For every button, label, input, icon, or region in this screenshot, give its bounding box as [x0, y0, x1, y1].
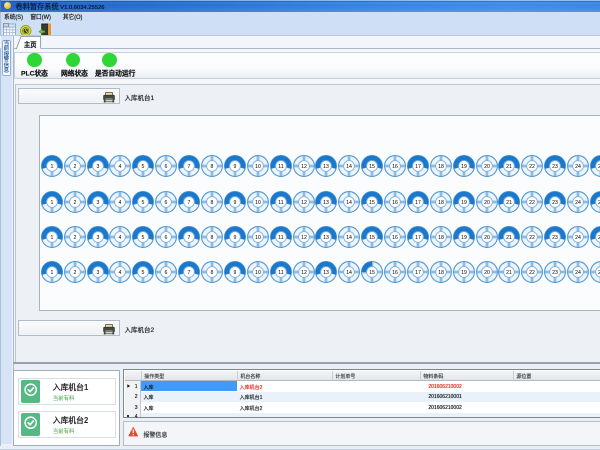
svg-text:10: 10: [255, 199, 261, 205]
svg-text:13: 13: [324, 199, 330, 205]
svg-text:12: 12: [301, 235, 307, 241]
svg-text:10: 10: [255, 270, 261, 276]
svg-text:11: 11: [278, 164, 283, 170]
svg-text:7: 7: [188, 199, 191, 205]
svg-text:6: 6: [165, 164, 168, 170]
svg-text:18: 18: [438, 199, 444, 205]
svg-text:5: 5: [142, 199, 145, 205]
svg-text:4: 4: [119, 164, 122, 170]
svg-text:15: 15: [369, 270, 375, 276]
svg-text:3: 3: [96, 164, 99, 170]
svg-text:24: 24: [575, 235, 581, 241]
svg-text:10: 10: [255, 164, 261, 170]
svg-text:14: 14: [346, 199, 352, 205]
svg-text:1: 1: [50, 235, 53, 241]
svg-text:17: 17: [415, 199, 421, 205]
svg-text:14: 14: [346, 235, 352, 241]
svg-text:16: 16: [392, 199, 398, 205]
svg-text:3: 3: [96, 199, 99, 205]
svg-text:22: 22: [529, 235, 535, 241]
svg-text:18: 18: [438, 235, 444, 241]
svg-text:12: 12: [301, 164, 307, 170]
svg-text:16: 16: [392, 270, 398, 276]
svg-text:22: 22: [529, 164, 535, 170]
svg-text:8: 8: [211, 270, 214, 276]
svg-text:22: 22: [529, 199, 535, 205]
svg-text:18: 18: [438, 270, 444, 276]
svg-text:7: 7: [188, 164, 191, 170]
svg-text:21: 21: [507, 235, 513, 241]
svg-text:20: 20: [484, 270, 490, 276]
svg-text:2: 2: [73, 199, 76, 205]
svg-text:18: 18: [438, 164, 444, 170]
svg-text:19: 19: [461, 235, 467, 241]
svg-text:21: 21: [507, 270, 513, 276]
svg-text:3: 3: [96, 270, 99, 276]
svg-text:4: 4: [119, 235, 122, 241]
svg-text:12: 12: [301, 270, 307, 276]
svg-text:17: 17: [415, 164, 421, 170]
svg-text:17: 17: [415, 270, 421, 276]
svg-text:22: 22: [529, 270, 535, 276]
svg-text:16: 16: [392, 164, 398, 170]
svg-text:6: 6: [165, 270, 168, 276]
svg-text:17: 17: [415, 235, 421, 241]
svg-text:5: 5: [142, 235, 145, 241]
svg-text:5: 5: [142, 164, 145, 170]
svg-text:9: 9: [233, 164, 236, 170]
svg-text:8: 8: [211, 164, 214, 170]
svg-text:19: 19: [461, 164, 467, 170]
svg-text:7: 7: [188, 235, 191, 241]
svg-text:8: 8: [211, 235, 214, 241]
svg-text:15: 15: [369, 199, 375, 205]
svg-text:23: 23: [552, 235, 558, 241]
svg-text:11: 11: [278, 235, 283, 241]
svg-text:20: 20: [484, 164, 490, 170]
svg-text:14: 14: [346, 270, 352, 276]
svg-text:20: 20: [484, 199, 490, 205]
svg-text:23: 23: [552, 270, 558, 276]
svg-text:11: 11: [278, 199, 283, 205]
svg-text:21: 21: [507, 164, 513, 170]
svg-text:24: 24: [575, 199, 581, 205]
svg-text:5: 5: [142, 270, 145, 276]
svg-text:21: 21: [507, 199, 513, 205]
svg-text:13: 13: [324, 270, 330, 276]
svg-text:1: 1: [50, 199, 53, 205]
svg-text:8: 8: [211, 199, 214, 205]
svg-text:19: 19: [461, 270, 467, 276]
svg-text:4: 4: [119, 270, 122, 276]
svg-text:9: 9: [233, 235, 236, 241]
svg-text:16: 16: [392, 235, 398, 241]
svg-text:24: 24: [575, 270, 581, 276]
svg-text:10: 10: [255, 235, 261, 241]
svg-text:1: 1: [50, 164, 53, 170]
svg-text:23: 23: [552, 164, 558, 170]
svg-text:15: 15: [369, 235, 375, 241]
svg-text:6: 6: [165, 235, 168, 241]
svg-text:24: 24: [575, 164, 581, 170]
svg-text:11: 11: [278, 270, 283, 276]
svg-text:20: 20: [484, 235, 490, 241]
svg-text:9: 9: [233, 199, 236, 205]
svg-text:9: 9: [233, 270, 236, 276]
svg-text:6: 6: [165, 199, 168, 205]
svg-text:23: 23: [552, 199, 558, 205]
svg-text:3: 3: [96, 235, 99, 241]
svg-text:4: 4: [119, 199, 122, 205]
svg-text:2: 2: [73, 164, 76, 170]
svg-text:7: 7: [188, 270, 191, 276]
svg-text:2: 2: [73, 270, 76, 276]
svg-text:15: 15: [369, 164, 375, 170]
svg-text:2: 2: [73, 235, 76, 241]
svg-text:12: 12: [301, 199, 307, 205]
svg-text:14: 14: [346, 164, 352, 170]
svg-text:13: 13: [324, 235, 330, 241]
svg-text:13: 13: [324, 164, 330, 170]
svg-text:19: 19: [461, 199, 467, 205]
svg-text:1: 1: [50, 270, 53, 276]
